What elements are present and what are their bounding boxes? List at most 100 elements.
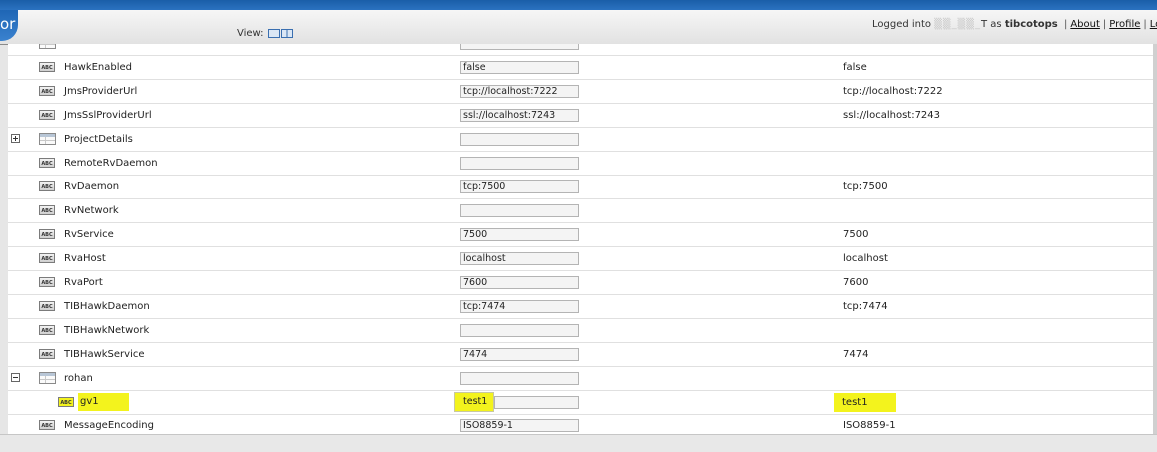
variable-name: TIBHawkNetwork (64, 324, 150, 336)
masked-machine-name: ▒▒_▒▒_ (934, 19, 981, 30)
variable-name: RvDaemon (64, 181, 120, 193)
table-row[interactable]: ABC RvDaemon tcp:7500 tcp:7500 (8, 175, 1153, 200)
variable-name: MessageEncoding (64, 420, 154, 432)
view-switcher: View: (237, 28, 293, 39)
deployed-value: tcp://localhost:7222 (843, 85, 943, 97)
variable-value-input[interactable] (460, 132, 579, 146)
app-header: or View: Logged into ▒▒_▒▒_T as tibcotop… (0, 10, 1157, 45)
string-variable-icon: ABC (39, 324, 55, 335)
table-row[interactable]: ABC RvNetwork (8, 199, 1153, 224)
expand-icon[interactable] (11, 133, 20, 143)
variable-value-field-rest[interactable] (494, 395, 579, 409)
string-variable-icon: ABC (39, 300, 55, 311)
table-row[interactable]: ABC HawkEnabled false false (8, 56, 1153, 80)
string-variable-icon: ABC (39, 157, 55, 168)
app-title: or (0, 10, 18, 41)
about-link[interactable]: About (1070, 19, 1100, 30)
variable-name: rohan (64, 372, 93, 384)
variable-name: HawkEnabled (64, 61, 133, 73)
deployed-value: 7600 (843, 277, 869, 288)
logged-prefix: Logged into (872, 19, 932, 30)
table-row[interactable]: ABC RvaHost localhost localhost (8, 247, 1153, 272)
deployed-value: ssl://localhost:7243 (843, 109, 941, 121)
variable-value-input[interactable] (460, 371, 579, 385)
table-row[interactable]: ABC TIBHawkNetwork (8, 319, 1153, 343)
variable-value-input[interactable]: 7600 (460, 276, 579, 289)
variable-name: RvaPort (64, 277, 103, 288)
variable-name: TIBHawkService (64, 348, 145, 360)
group-table-icon (39, 132, 56, 145)
table-row[interactable]: ABC RemoteRvDaemon (8, 152, 1153, 176)
as-word: as (990, 19, 1002, 30)
username: tibcotops (1004, 19, 1058, 30)
login-info: Logged into ▒▒_▒▒_T as tibcotops | About |… (872, 19, 1157, 30)
deployed-value: tcp:7500 (843, 181, 888, 193)
variable-value-input[interactable]: tcp:7500 (460, 180, 579, 194)
string-variable-icon: ABC (39, 253, 55, 264)
variable-name: TIBHawkDaemon (64, 300, 150, 312)
variable-value-input[interactable]: 7474 (460, 347, 579, 361)
table-row[interactable]: rohan (8, 367, 1153, 391)
variable-name: RvNetwork (64, 205, 119, 217)
single-view-icon[interactable] (267, 28, 280, 38)
variable-value-input[interactable] (460, 204, 579, 218)
variable-name: JmsSslProviderUrl (64, 109, 152, 121)
variable-value-input[interactable]: ssl://localhost:7243 (460, 108, 579, 122)
view-label: View: (237, 28, 264, 39)
table-row[interactable]: ABC gv1 test1 test1 (8, 391, 1153, 415)
variable-name: ProjectDetails (64, 133, 133, 145)
variable-value-input[interactable]: tcp:7474 (460, 299, 579, 313)
masked-machine-suffix: T (981, 19, 988, 30)
string-variable-icon: ABC (58, 396, 74, 407)
deployed-value: 7474 (843, 348, 869, 360)
variable-value-input[interactable] (460, 323, 579, 337)
table-row[interactable]: ABC JmsSslProviderUrl ssl://localhost:7243… (8, 104, 1153, 128)
footer-bar (0, 434, 1157, 452)
string-variable-icon: ABC (39, 277, 55, 287)
deployed-value: test1 (834, 392, 896, 412)
table-row[interactable]: ABC MessageEncoding ISO8859-1 ISO8859-1 (8, 414, 1153, 434)
variable-value-input[interactable] (460, 44, 579, 50)
variable-value-input[interactable]: 7500 (460, 228, 579, 242)
string-variable-icon: ABC (39, 181, 55, 192)
variable-name: JmsProviderUrl (64, 85, 138, 97)
variable-name: RemoteRvDaemon (64, 157, 158, 169)
string-variable-icon: ABC (39, 61, 55, 72)
string-variable-icon: ABC (39, 205, 55, 216)
profile-link[interactable]: Profile (1109, 19, 1140, 30)
string-variable-icon: ABC (39, 109, 55, 120)
table-row[interactable]: ABC TIBHawkService 7474 7474 (8, 343, 1153, 367)
variable-name: gv1 (78, 392, 129, 411)
variable-value-input[interactable]: test1 (454, 391, 494, 412)
deployed-value: ISO8859-1 (843, 420, 896, 432)
table-row[interactable]: ProjectDetails (8, 128, 1153, 152)
global-variables-table: ABC HawkEnabled false false ABC JmsProviderUr… (8, 44, 1153, 434)
variable-name: RvaHost (64, 253, 106, 265)
variable-value-input[interactable] (460, 156, 579, 170)
table-row[interactable]: ABC RvService 7500 7500 (8, 223, 1153, 248)
variable-value-input[interactable]: tcp://localhost:7222 (460, 84, 579, 98)
table-row[interactable]: ABC JmsProviderUrl tcp://localhost:7222 tcp… (8, 80, 1153, 104)
top-band (0, 0, 1157, 10)
split-view-icon[interactable] (280, 28, 293, 38)
variable-value-input[interactable]: localhost (460, 252, 579, 266)
deployed-value: localhost (843, 253, 888, 265)
deployed-value: tcp:7474 (843, 300, 888, 312)
logout-link[interactable]: Lo (1150, 19, 1157, 30)
variable-value-input[interactable]: ISO8859-1 (460, 419, 579, 433)
string-variable-icon: ABC (39, 85, 55, 96)
table-row[interactable] (8, 44, 1153, 56)
string-variable-icon: ABC (39, 229, 55, 240)
deployed-value: 7500 (843, 229, 869, 241)
group-table-icon (39, 44, 56, 49)
table-row[interactable]: ABC RvaPort 7600 7600 (8, 271, 1153, 295)
collapse-icon[interactable] (11, 372, 20, 382)
string-variable-icon: ABC (39, 420, 55, 431)
string-variable-icon: ABC (39, 348, 55, 359)
vertical-scrollbar[interactable] (1153, 44, 1157, 451)
table-row[interactable]: ABC TIBHawkDaemon tcp:7474 tcp:7474 (8, 295, 1153, 319)
variable-name: RvService (64, 229, 114, 241)
variable-value-input[interactable]: false (460, 60, 579, 74)
deployed-value: false (843, 61, 867, 73)
group-table-icon (39, 371, 56, 384)
